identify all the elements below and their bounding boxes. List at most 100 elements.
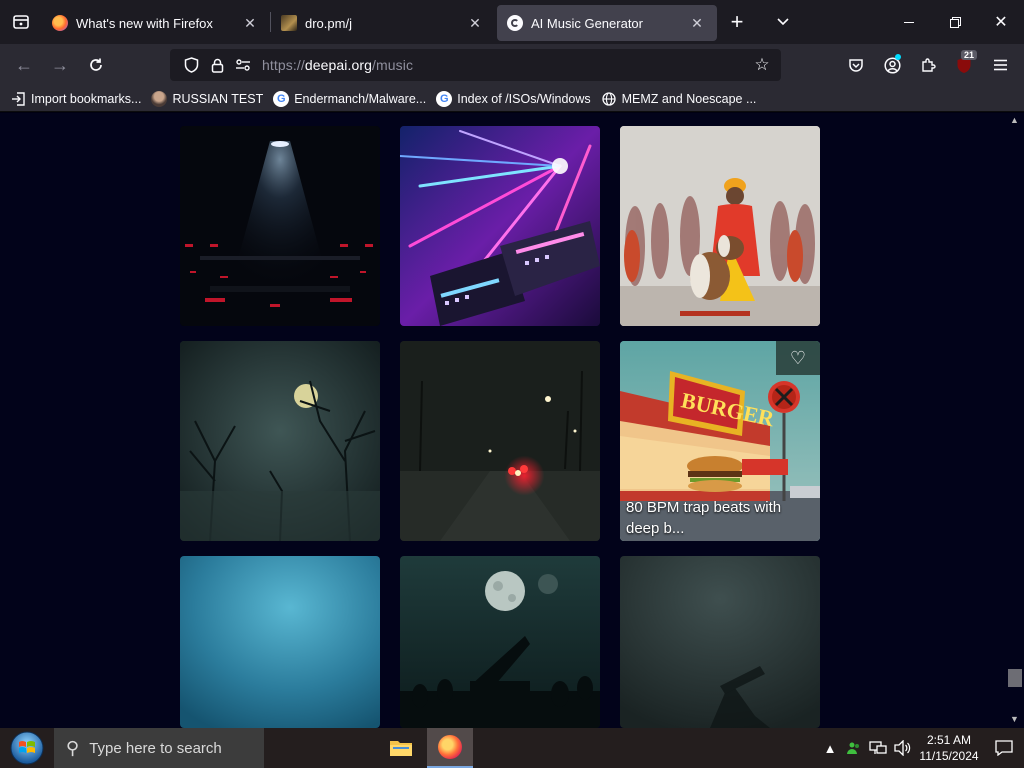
bookmark-index-of-isos[interactable]: G Index of /ISOs/Windows — [436, 90, 591, 107]
tile-caption: 80 BPM trap beats with deep b... — [626, 499, 782, 537]
close-icon: ✕ — [994, 14, 1008, 31]
pocket-icon — [849, 58, 863, 72]
close-icon[interactable]: ✕ — [465, 13, 485, 33]
taskbar-search-box[interactable]: ⚲ Type here to search — [54, 728, 264, 768]
address-bar[interactable]: https://deepai.org/music ☆ — [170, 49, 781, 81]
screen: What's new with Firefox ✕ dro.pm/j ✕ AI … — [0, 0, 1024, 768]
clock-date: 11/15/2024 — [919, 749, 979, 763]
pocket-button[interactable] — [838, 49, 874, 81]
search-icon: ⚲ — [66, 737, 80, 758]
action-center-button[interactable] — [984, 728, 1024, 768]
google-icon: G — [436, 90, 453, 107]
import-icon — [10, 91, 26, 107]
tile-artwork — [180, 341, 380, 541]
page-thumbnail-icon — [281, 15, 297, 31]
puzzle-piece-icon — [922, 58, 936, 72]
close-window-button[interactable]: ✕ — [978, 0, 1024, 44]
extension-badge-count: 21 — [960, 50, 977, 60]
restore-icon — [949, 16, 961, 28]
reload-icon — [90, 58, 102, 71]
window-controls: ✕ — [886, 0, 1024, 44]
tab-list-icon — [13, 15, 29, 29]
arrow-left-icon: ← — [15, 54, 33, 75]
clock-time: 2:51 AM — [926, 733, 972, 747]
close-icon[interactable]: ✕ — [687, 13, 707, 33]
music-tile-moonlit-orchestra[interactable] — [400, 556, 600, 728]
extensions-button[interactable] — [910, 49, 946, 81]
tile-artwork — [620, 556, 820, 728]
music-tile-dhol-drummer[interactable] — [620, 126, 820, 326]
tile-artwork — [620, 126, 820, 326]
bookmark-star-icon[interactable]: ☆ — [749, 52, 775, 78]
deepai-icon — [507, 15, 523, 31]
volume-icon[interactable] — [890, 728, 914, 768]
heart-icon: ♡ — [789, 347, 807, 368]
chevron-down-icon — [777, 18, 789, 26]
arrow-right-icon: → — [51, 54, 69, 75]
ublock-extension-button[interactable]: 21 — [946, 49, 982, 81]
music-tile-foggy-forest[interactable] — [180, 341, 380, 541]
bookmark-import[interactable]: Import bookmarks... — [10, 91, 141, 107]
windows-taskbar: ⚲ Type here to search ▲ 2:51 AM 11/15/20… — [0, 728, 1024, 768]
new-tab-button[interactable]: + — [717, 0, 757, 44]
tracking-protection-shield-icon[interactable] — [178, 52, 204, 78]
account-notification-dot — [895, 54, 901, 60]
navigation-toolbar: ← → https://deepai.org/music ☆ 21 — [0, 44, 1024, 86]
tile-artwork — [400, 341, 600, 541]
reload-button[interactable] — [78, 49, 114, 81]
close-icon[interactable]: ✕ — [240, 13, 260, 33]
music-tile-misty-scene[interactable] — [620, 556, 820, 728]
chevron-up-icon[interactable]: ▲ — [818, 728, 842, 768]
tile-artwork — [180, 126, 380, 326]
network-icon[interactable] — [866, 728, 890, 768]
tab-dro-pm[interactable]: dro.pm/j ✕ — [271, 5, 495, 41]
permissions-icon[interactable] — [230, 52, 256, 78]
scroll-down-icon[interactable]: ▼ — [1010, 714, 1020, 724]
minimize-button[interactable] — [886, 0, 932, 44]
back-button[interactable]: ← — [6, 49, 42, 81]
google-icon: G — [273, 90, 290, 107]
tile-artwork — [400, 556, 600, 728]
tab-strip: What's new with Firefox ✕ dro.pm/j ✕ AI … — [0, 0, 1024, 44]
music-tile-blue-mist[interactable] — [180, 556, 380, 728]
firefox-taskbar-button[interactable] — [427, 728, 473, 768]
music-tile-burger-diner[interactable]: BURGER ♡ 80 BPM trap beats with deep b..… — [620, 341, 820, 541]
url-text[interactable]: https://deepai.org/music — [262, 57, 413, 73]
menu-button[interactable] — [982, 49, 1018, 81]
start-button[interactable] — [0, 728, 54, 768]
minimize-icon — [904, 21, 914, 23]
page-scrollbar[interactable]: ▲ ▼ — [1006, 113, 1024, 728]
scroll-up-icon[interactable]: ▲ — [1010, 115, 1020, 125]
music-tile-night-road[interactable] — [400, 341, 600, 541]
notification-icon — [995, 740, 1013, 756]
windows-start-orb-icon — [10, 731, 44, 765]
tab-whats-new[interactable]: What's new with Firefox ✕ — [42, 5, 270, 41]
list-all-tabs-button[interactable] — [0, 0, 42, 44]
favorite-button[interactable]: ♡ — [776, 341, 820, 375]
bookmark-russian-test[interactable]: RUSSIAN TEST — [151, 90, 263, 107]
avatar-icon — [151, 90, 168, 107]
file-explorer-taskbar-button[interactable] — [378, 728, 424, 768]
tile-artwork — [400, 126, 600, 326]
bookmark-memz-noescape[interactable]: MEMZ and Noescape ... — [601, 91, 756, 107]
plus-icon: + — [730, 9, 744, 34]
hamburger-menu-icon — [993, 59, 1007, 71]
account-button[interactable] — [874, 49, 910, 81]
scrollbar-thumb[interactable] — [1008, 669, 1022, 687]
tile-artwork — [180, 556, 380, 728]
system-tray: ▲ 2:51 AM 11/15/2024 — [818, 728, 1024, 768]
music-tile-neon-synths[interactable] — [400, 126, 600, 326]
music-tile-stage[interactable] — [180, 126, 380, 326]
people-icon[interactable] — [842, 728, 866, 768]
tab-overflow-button[interactable] — [763, 0, 803, 44]
firefox-icon — [52, 15, 68, 31]
taskbar-clock[interactable]: 2:51 AM 11/15/2024 — [914, 732, 984, 764]
lock-icon[interactable] — [204, 52, 230, 78]
globe-icon — [601, 91, 617, 107]
tab-ai-music-generator[interactable]: AI Music Generator ✕ — [497, 5, 717, 41]
restore-button[interactable] — [932, 0, 978, 44]
bookmark-endermanch-malware[interactable]: G Endermanch/Malware... — [273, 90, 426, 107]
forward-button[interactable]: → — [42, 49, 78, 81]
toolbar-right: 21 — [838, 49, 1018, 81]
folder-icon — [390, 741, 412, 756]
